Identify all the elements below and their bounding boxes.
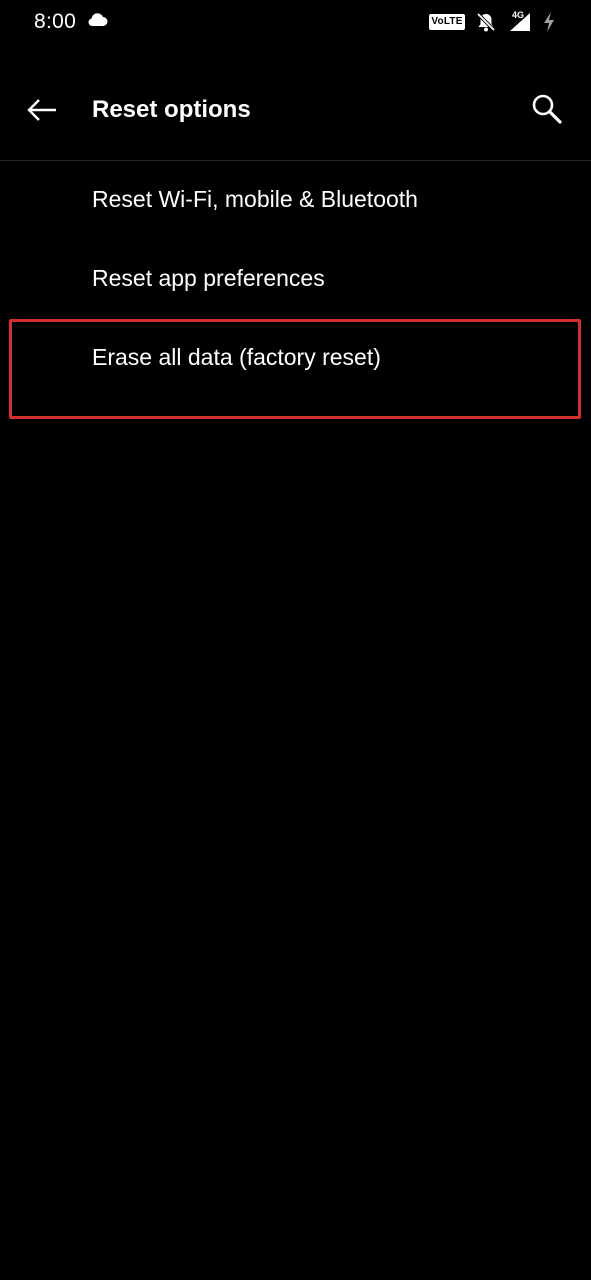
bell-off-icon [475,11,497,33]
charging-bolt-icon [541,11,557,33]
signal-icon [508,12,532,32]
menu-item-label: Erase all data (factory reset) [92,344,381,370]
reset-options-list: Reset Wi-Fi, mobile & Bluetooth Reset ap… [0,162,591,399]
reset-app-preferences-item[interactable]: Reset app preferences [0,241,591,320]
page-title: Reset options [92,96,251,123]
status-time: 8:00 [34,10,77,33]
back-arrow-icon [27,98,57,127]
search-button[interactable] [524,88,570,134]
reset-network-item[interactable]: Reset Wi-Fi, mobile & Bluetooth [0,162,591,241]
cloud-icon [86,12,108,28]
factory-reset-item[interactable]: Erase all data (factory reset) [0,320,591,399]
menu-item-label: Reset app preferences [92,265,325,291]
status-bar: 8:00 VoLTE 4G [0,0,591,44]
menu-item-label: Reset Wi-Fi, mobile & Bluetooth [92,186,418,212]
volte-badge: VoLTE [429,14,465,30]
back-button[interactable] [20,90,64,134]
search-icon [531,93,563,130]
app-bar-divider [0,160,591,161]
app-bar: Reset options [0,72,591,152]
